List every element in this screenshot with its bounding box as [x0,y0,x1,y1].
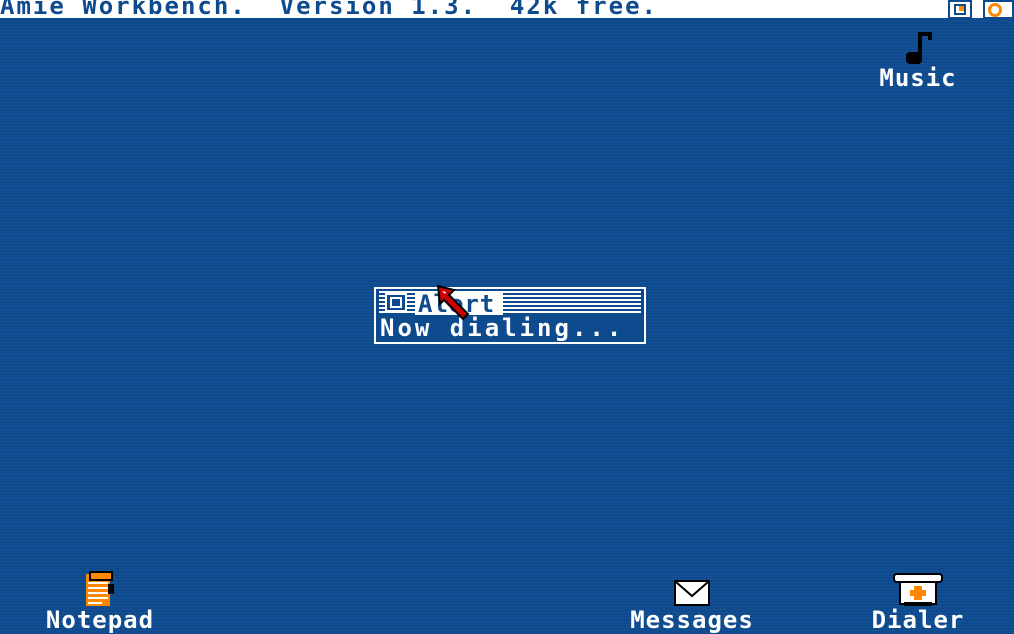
alert-window[interactable]: Alert Now dialing... [374,287,646,344]
close-button[interactable] [385,293,407,312]
screen-title-bar[interactable]: Amie Workbench. Version 1.3. 42k free. [0,0,1014,20]
music-note-icon [906,32,932,64]
screen-title: Amie Workbench. Version 1.3. 42k free. [0,0,658,20]
notepad-icon [86,571,114,606]
desktop-icon-label: Music [879,64,957,92]
envelope-icon [674,580,710,606]
telephone-icon [893,573,943,606]
depth-back-gadget[interactable] [948,0,972,19]
desktop-icon-notepad[interactable]: Notepad [30,570,170,634]
depth-front-icon [988,3,1002,17]
desktop-icon-label: Notepad [45,606,155,634]
desktop-icon-dialer[interactable]: Dialer [866,572,970,634]
alert-message: Now dialing... [380,314,625,342]
depth-back-icon [954,4,966,15]
desktop-icon-messages[interactable]: Messages [612,576,772,634]
mouse-pointer-icon [436,284,470,320]
depth-front-gadget[interactable] [983,0,1014,19]
desktop-icon-music[interactable]: Music [876,30,960,98]
desktop-icon-label: Dialer [871,606,965,634]
desktop-icon-label: Messages [630,606,754,634]
close-icon [390,297,402,308]
